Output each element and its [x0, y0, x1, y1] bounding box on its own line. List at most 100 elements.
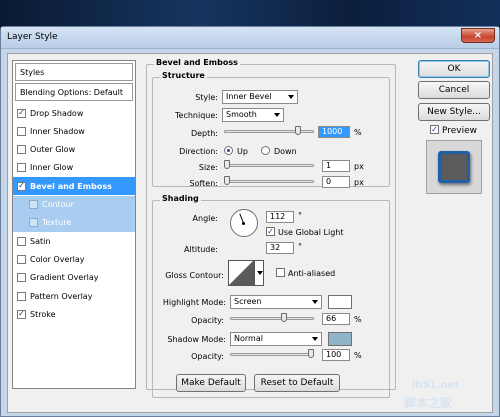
style-select[interactable]: Inner Bevel	[222, 90, 298, 104]
effect-label: Gradient Overlay	[30, 273, 99, 283]
highlight-mode-label: Highlight Mode:	[162, 298, 226, 307]
depth-unit: %	[354, 128, 362, 137]
soften-input[interactable]: 0	[322, 176, 350, 188]
effect-checkbox[interactable]	[29, 200, 38, 209]
technique-label: Technique:	[175, 111, 218, 120]
size-input[interactable]: 1	[322, 160, 350, 172]
soften-slider-thumb[interactable]	[224, 176, 230, 185]
effect-item-contour[interactable]: Contour	[13, 195, 135, 214]
effect-item-drop-shadow[interactable]: ✓ Drop Shadow	[13, 104, 135, 122]
ok-button[interactable]: OK	[418, 60, 490, 78]
effect-checkbox[interactable]	[17, 163, 26, 173]
chevron-down-icon	[312, 337, 318, 341]
styles-list: Styles Blending Options: Default ✓ Drop S…	[12, 60, 136, 389]
highlight-opacity-input[interactable]: 66	[322, 313, 350, 325]
gloss-contour-dropdown[interactable]	[254, 260, 264, 286]
effect-label: Texture	[42, 218, 72, 228]
effect-checkbox[interactable]	[29, 218, 38, 228]
depth-label: Depth:	[190, 129, 218, 138]
direction-up-radio[interactable]	[224, 146, 233, 155]
make-default-button[interactable]: Make Default	[176, 374, 246, 392]
window-title: Layer Style	[7, 32, 58, 42]
effect-checkbox[interactable]	[17, 236, 26, 246]
effect-label: Outer Glow	[30, 145, 76, 155]
shadow-mode-select[interactable]: Normal	[230, 332, 322, 346]
effect-item-outer-glow[interactable]: Outer Glow	[13, 141, 135, 159]
shadow-opacity-input[interactable]: 100	[322, 349, 350, 361]
effect-checkbox[interactable]	[17, 126, 26, 136]
styles-header[interactable]: Styles	[15, 63, 133, 81]
shadow-opacity-thumb[interactable]	[308, 349, 314, 358]
effect-item-inner-glow[interactable]: Inner Glow	[13, 159, 135, 177]
anti-aliased-label: Anti-aliased	[288, 269, 336, 278]
effect-item-pattern-overlay[interactable]: Pattern Overlay	[13, 287, 135, 305]
soften-unit: px	[354, 178, 364, 187]
dialog-client-area: Styles Blending Options: Default ✓ Drop S…	[7, 53, 493, 413]
effect-item-color-overlay[interactable]: Color Overlay	[13, 250, 135, 268]
preview-checkbox[interactable]: ✓	[430, 125, 439, 134]
effect-item-gradient-overlay[interactable]: Gradient Overlay	[13, 269, 135, 287]
technique-select[interactable]: Smooth	[222, 108, 284, 122]
direction-label: Direction:	[179, 147, 218, 156]
shadow-mode-label: Shadow Mode:	[167, 335, 226, 344]
chevron-down-icon	[274, 113, 280, 117]
effect-label: Pattern Overlay	[30, 291, 93, 301]
highlight-opacity-unit: %	[354, 315, 362, 324]
effect-checkbox[interactable]: ✓	[17, 181, 26, 191]
layer-style-dialog: Layer Style × Styles Blending Options: D…	[0, 26, 500, 417]
effect-label: Color Overlay	[30, 254, 85, 264]
blending-options-item[interactable]: Blending Options: Default	[15, 83, 133, 101]
highlight-mode-select[interactable]: Screen	[230, 295, 322, 309]
new-style-button[interactable]: New Style...	[418, 103, 490, 121]
depth-slider-thumb[interactable]	[295, 126, 302, 135]
use-global-light-checkbox[interactable]: ✓	[266, 227, 275, 236]
soften-label: Soften:	[189, 179, 218, 188]
effect-label: Drop Shadow	[30, 108, 84, 118]
effect-item-inner-shadow[interactable]: Inner Shadow	[13, 122, 135, 140]
size-slider-track[interactable]	[224, 164, 314, 167]
effect-checkbox[interactable]	[17, 145, 26, 155]
reset-to-default-button[interactable]: Reset to Default	[254, 374, 340, 392]
style-preview-thumbnail	[438, 151, 470, 183]
shading-title: Shading	[160, 194, 201, 203]
size-slider-thumb[interactable]	[224, 160, 230, 169]
chevron-down-icon	[312, 300, 318, 304]
anti-aliased-checkbox[interactable]	[276, 268, 285, 277]
gloss-contour-preview[interactable]	[228, 260, 254, 286]
effect-label: Contour	[42, 200, 74, 209]
effect-checkbox[interactable]	[17, 291, 26, 301]
highlight-color-swatch[interactable]	[328, 295, 352, 309]
shadow-opacity-track[interactable]	[230, 353, 314, 356]
direction-down-radio[interactable]	[261, 146, 270, 155]
effect-item-bevel-and-emboss[interactable]: ✓ Bevel and Emboss	[13, 177, 135, 196]
effect-checkbox[interactable]	[17, 273, 26, 283]
effect-label: Satin	[30, 236, 51, 246]
effect-item-texture[interactable]: Texture	[13, 213, 135, 232]
effect-item-satin[interactable]: Satin	[13, 232, 135, 250]
shadow-color-swatch[interactable]	[328, 332, 352, 346]
structure-title: Structure	[160, 71, 207, 80]
highlight-opacity-track[interactable]	[230, 317, 314, 320]
cancel-button[interactable]: Cancel	[418, 81, 490, 99]
effect-label: Bevel and Emboss	[30, 181, 112, 191]
angle-dial[interactable]	[230, 209, 258, 237]
altitude-input[interactable]: 32	[266, 242, 294, 254]
chevron-down-icon	[288, 95, 294, 99]
effect-checkbox[interactable]: ✓	[17, 309, 26, 319]
altitude-unit: °	[298, 242, 302, 251]
depth-input[interactable]: 1000	[318, 126, 350, 138]
angle-input[interactable]: 112	[266, 211, 294, 223]
shadow-opacity-label: Opacity:	[191, 352, 224, 361]
effect-item-stroke[interactable]: ✓ Stroke	[13, 305, 135, 323]
size-unit: px	[354, 162, 364, 171]
effect-checkbox[interactable]: ✓	[17, 108, 26, 118]
contour-curve-icon	[229, 261, 253, 285]
highlight-opacity-label: Opacity:	[191, 316, 224, 325]
close-button[interactable]: ×	[461, 28, 495, 43]
altitude-label: Altitude:	[184, 245, 218, 254]
effect-label: Stroke	[30, 309, 56, 319]
effect-checkbox[interactable]	[17, 254, 26, 264]
title-bar[interactable]: Layer Style ×	[1, 27, 499, 49]
shadow-opacity-unit: %	[354, 351, 362, 360]
soften-slider-track[interactable]	[224, 180, 314, 183]
